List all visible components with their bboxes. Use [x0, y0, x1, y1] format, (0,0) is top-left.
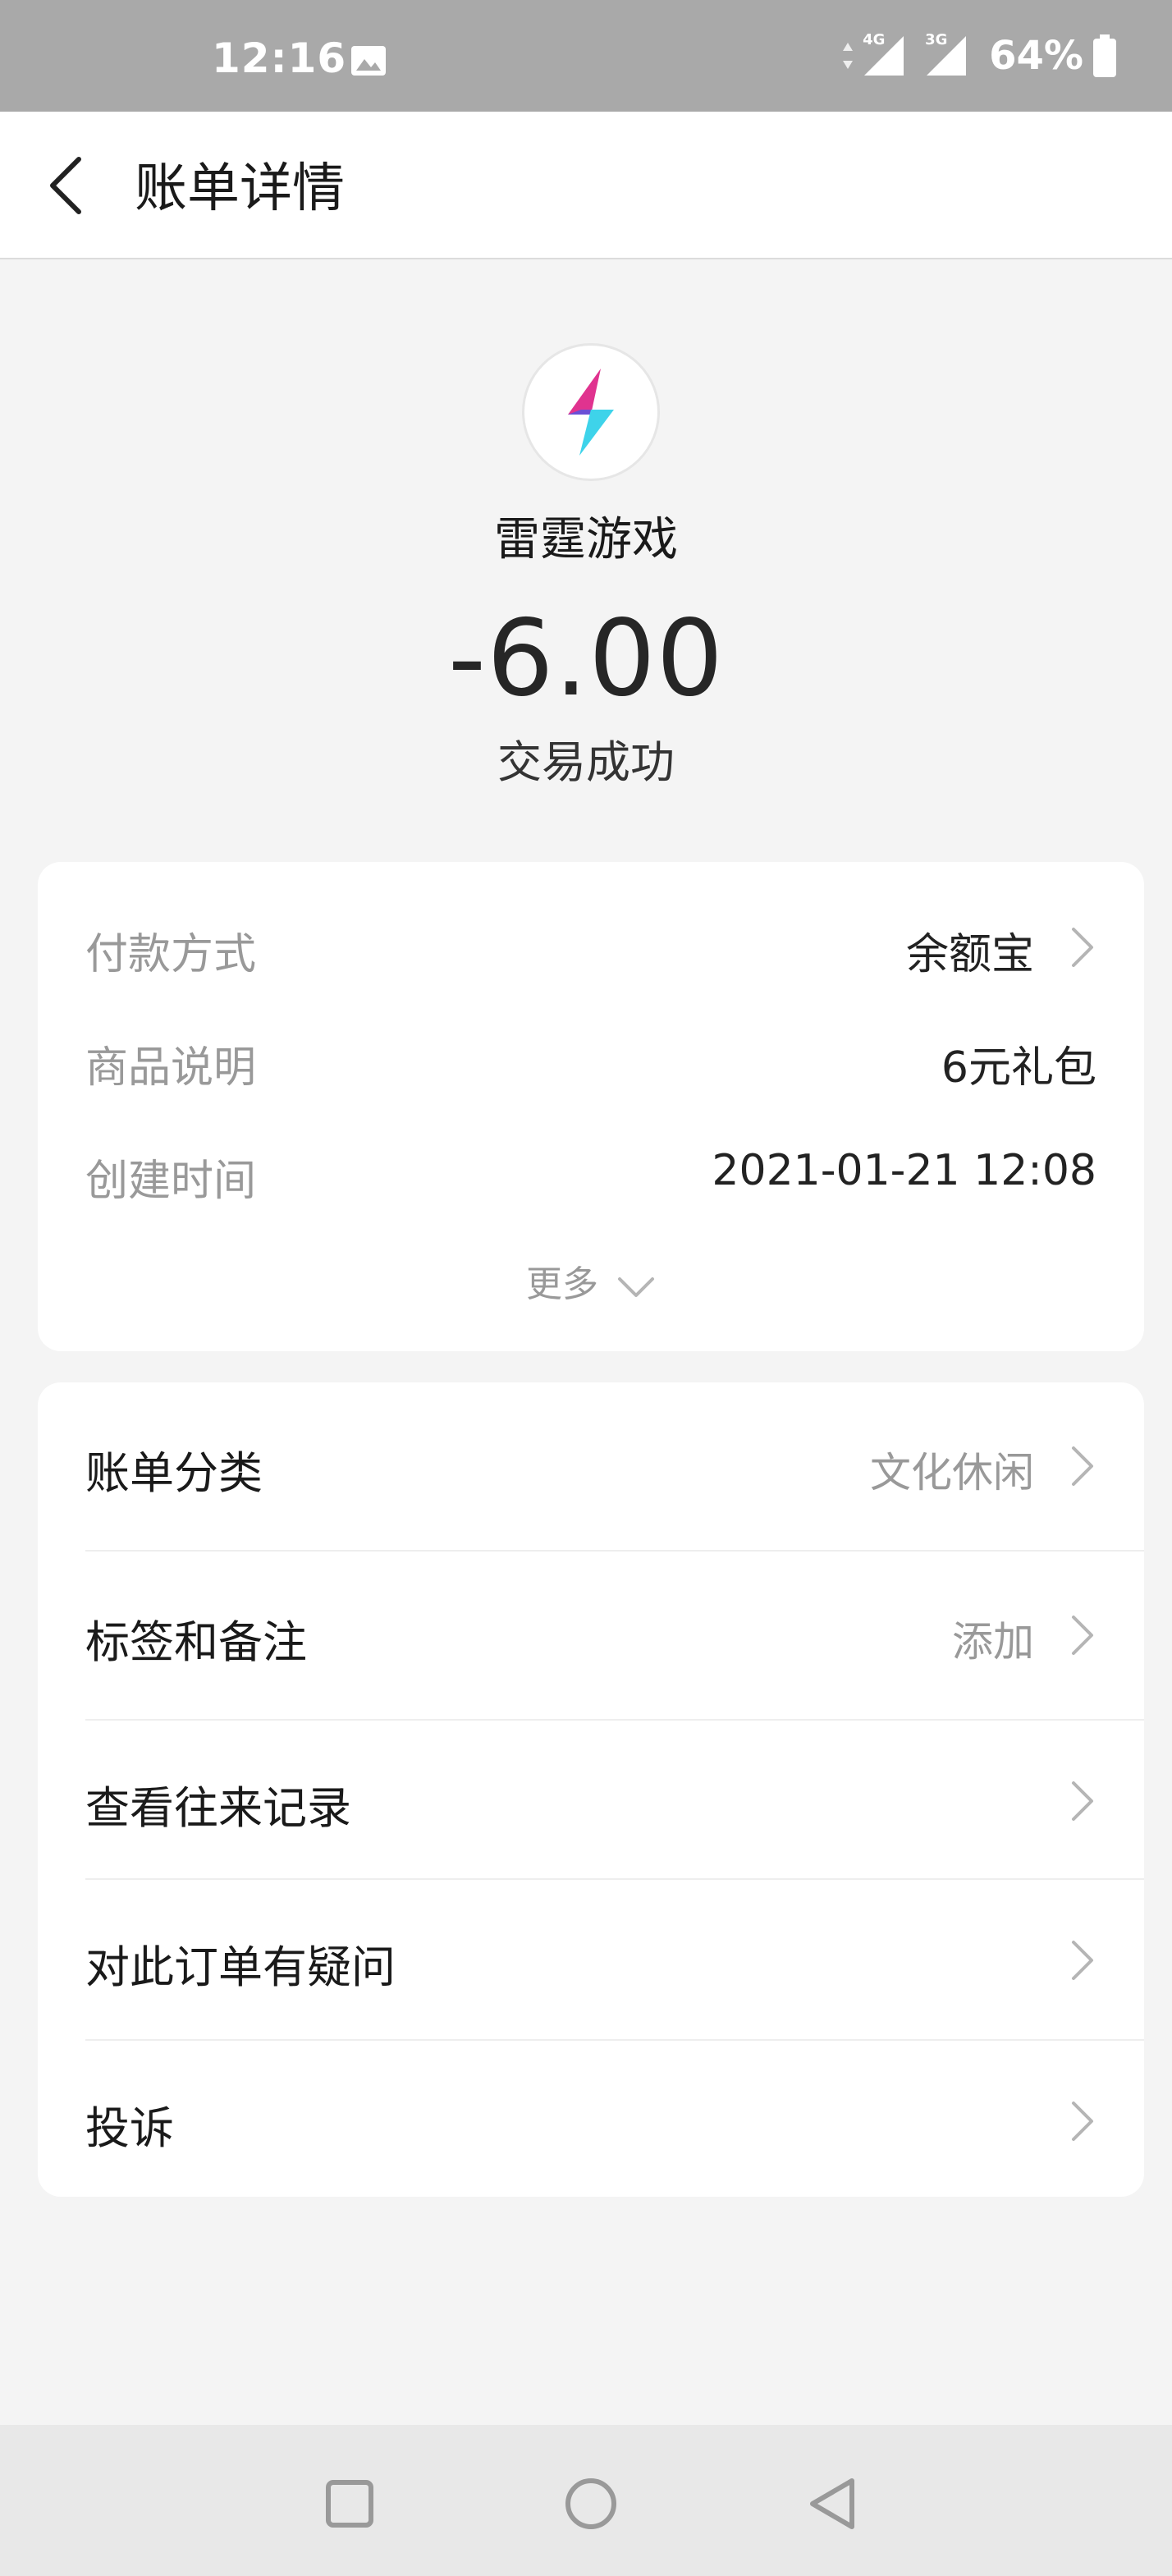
- payment-method-label: 付款方式: [85, 930, 257, 979]
- status-indicators: 4G 3G 64%: [840, 31, 1116, 80]
- list-item-history[interactable]: 查看往来记录: [38, 1721, 1144, 1878]
- battery-percent: 64%: [989, 33, 1083, 79]
- description-value: 6元礼包: [941, 1043, 1096, 1093]
- history-label: 查看往来记录: [85, 1782, 351, 1834]
- chevron-right-icon: [1072, 1616, 1093, 1655]
- back-triangle-icon[interactable]: [801, 2471, 867, 2537]
- created-time-value: 2021-01-21 12:08: [712, 1146, 1096, 1195]
- chevron-right-icon: [1072, 1941, 1093, 1980]
- list-item-complaint[interactable]: 投诉: [38, 2041, 1144, 2197]
- recent-apps-square-icon[interactable]: [317, 2471, 382, 2537]
- transaction-status: 交易成功: [497, 736, 675, 788]
- complaint-label: 投诉: [85, 2102, 174, 2154]
- status-bar: 12:16 4G 3G 64%: [0, 0, 1172, 112]
- payment-method-value: 余额宝: [905, 930, 1034, 979]
- details-card: 付款方式 余额宝 商品说明 6元礼包 创建时间 2021-01-21 12:08…: [38, 862, 1144, 1351]
- created-time-label: 创建时间: [85, 1157, 257, 1206]
- list-item-category[interactable]: 账单分类 文化休闲: [38, 1382, 1144, 1550]
- chevron-right-icon: [1072, 1446, 1093, 1486]
- network-3g-label: 3G: [925, 31, 948, 48]
- list-item-question[interactable]: 对此订单有疑问: [38, 1880, 1144, 2039]
- image-notification-icon: [351, 46, 386, 76]
- chevron-right-icon: [1072, 2102, 1093, 2141]
- category-value: 文化休闲: [870, 1449, 1034, 1497]
- page-title: 账单详情: [135, 158, 345, 219]
- lightning-bolt-icon: [568, 369, 614, 456]
- transaction-amount: -6.00: [447, 598, 725, 720]
- more-toggle[interactable]: 更多: [38, 1254, 1144, 1307]
- system-nav-bar: [0, 2425, 1172, 2576]
- signal-3g-icon: 3G: [925, 31, 968, 77]
- back-chevron-icon[interactable]: [43, 153, 95, 218]
- home-circle-icon[interactable]: [558, 2471, 624, 2537]
- tags-value: 添加: [952, 1618, 1034, 1666]
- actions-card: 账单分类 文化休闲 标签和备注 添加 查看往来记录 对此订单有疑问 投诉: [38, 1382, 1144, 2197]
- battery-icon: [1093, 34, 1116, 77]
- created-time-row: 创建时间 2021-01-21 12:08: [85, 1139, 1096, 1206]
- status-time: 12:16: [212, 34, 347, 82]
- signal-4g-icon: 4G: [863, 31, 905, 77]
- more-label: 更多: [526, 1263, 598, 1305]
- chevron-right-icon: [1072, 1781, 1093, 1821]
- data-transfer-icon: [843, 43, 854, 69]
- network-4g-label: 4G: [863, 31, 886, 48]
- category-label: 账单分类: [85, 1447, 263, 1499]
- question-label: 对此订单有疑问: [85, 1941, 396, 1993]
- list-item-tags[interactable]: 标签和备注 添加: [38, 1552, 1144, 1719]
- description-label: 商品说明: [85, 1043, 257, 1093]
- chevron-right-icon: [1072, 928, 1093, 967]
- merchant-logo: [522, 343, 660, 481]
- tags-label: 标签和备注: [85, 1616, 307, 1668]
- chevron-down-icon: [618, 1277, 654, 1297]
- description-row: 商品说明 6元礼包: [85, 1026, 1096, 1093]
- app-header: 账单详情: [0, 112, 1172, 259]
- payment-method-row[interactable]: 付款方式 余额宝: [85, 913, 1096, 979]
- merchant-name: 雷霆游戏: [494, 513, 678, 566]
